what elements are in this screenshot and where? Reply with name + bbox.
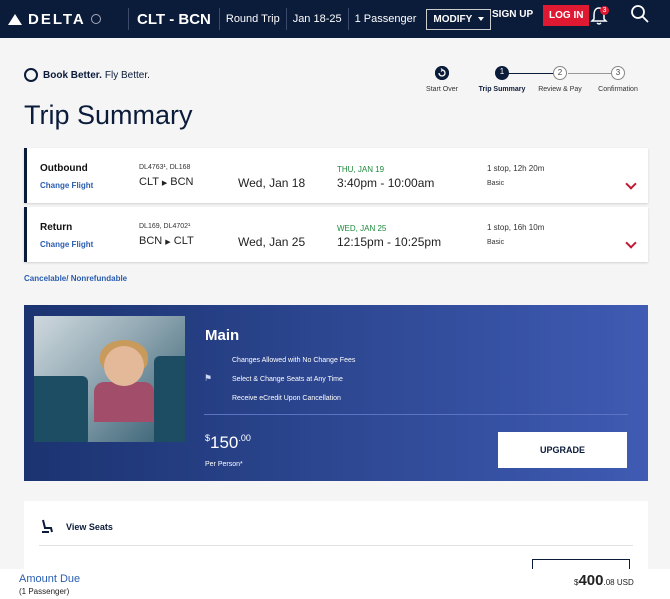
departure-date: Wed, Jan 25 [238, 235, 306, 249]
departure-date: Wed, Jan 18 [238, 176, 306, 190]
seat-icon: ⚑ [204, 373, 213, 383]
flight-times: 12:15pm - 10:25pm [337, 235, 442, 249]
modify-button[interactable]: MODIFY [426, 8, 492, 30]
seat-shape [154, 356, 185, 442]
seat-shape [34, 376, 88, 442]
step-trip-summary: 1 Trip Summary [472, 66, 532, 93]
step-number: 3 [611, 66, 625, 80]
total-price: $400.08 USD [574, 572, 634, 589]
destination: CLT [173, 235, 194, 247]
flight-times: 3:40pm - 10:00am [337, 176, 435, 190]
cabin-feature: Select & Change Seats at Any Time [232, 376, 343, 383]
seat-icon [42, 519, 53, 533]
main-cabin-card: Main ⚑ Changes Allowed with No Change Fe… [24, 305, 648, 481]
price-whole: 150 [210, 433, 239, 452]
chevron-down-icon[interactable] [625, 178, 637, 190]
step-label: Start Over [426, 86, 458, 93]
chevron-down-icon[interactable] [625, 237, 637, 249]
search-icon[interactable] [630, 4, 650, 24]
tagline-bold: Book Better. [43, 69, 102, 81]
arrow-right-icon: ▶ [161, 180, 168, 187]
step-label: Trip Summary [478, 86, 526, 93]
delta-circle-icon [24, 68, 38, 82]
origin: BCN [139, 235, 163, 247]
sign-up-link[interactable]: SIGN UP [492, 9, 533, 20]
trip-type: Round Trip [225, 13, 280, 25]
cabin-photo [34, 316, 185, 442]
cabin-feature: Receive eCredit Upon Cancellation [232, 395, 341, 402]
view-seats-label[interactable]: View Seats [66, 522, 113, 532]
per-person-label: Per Person* [205, 461, 243, 468]
stop-duration: 1 stop, 12h 20m [487, 164, 545, 173]
change-flight-link[interactable]: Change Flight [40, 181, 93, 190]
step-start-over[interactable]: Start Over [412, 66, 472, 93]
origin-destination: BCN ▶ CLT [139, 235, 194, 247]
arrival-date: THU, JAN 19 [337, 165, 385, 174]
step-label: Confirmation [598, 86, 638, 93]
passenger-face [104, 346, 144, 386]
step-label: Review & Pay [538, 86, 582, 93]
price-cents: .00 [238, 433, 251, 443]
modify-label: MODIFY [433, 13, 473, 25]
flight-direction: Return [40, 222, 73, 233]
arrow-right-icon: ▶ [165, 239, 171, 246]
delta-widget-icon [8, 13, 22, 25]
origin-destination: CLT ▶ BCN [139, 176, 194, 188]
outbound-flight-card[interactable]: Outbound Change Flight DL4763¹, DL168 CL… [24, 148, 648, 203]
tagline: Book Better. Fly Better. [24, 68, 150, 82]
passenger-count: 1 Passenger [354, 13, 417, 25]
fare-class: Basic [487, 180, 505, 187]
cabin-feature: Changes Allowed with No Change Fees [232, 357, 356, 364]
amount-due-bar: Amount Due (1 Passenger) $400.08 USD [0, 569, 670, 599]
flight-numbers: DL4763¹, DL168 [139, 164, 191, 171]
brand-name: DELTA [28, 10, 86, 28]
step-review-pay: 2 Review & Pay [530, 66, 590, 93]
restart-icon [435, 66, 449, 80]
log-in-button[interactable]: LOG IN [543, 5, 590, 26]
notification-badge: 3 [600, 6, 609, 15]
stop-duration: 1 stop, 16h 10m [487, 223, 545, 232]
route-label: CLT - BCN [137, 10, 211, 28]
footer-passengers: (1 Passenger) [19, 587, 70, 596]
destination: BCN [170, 176, 194, 188]
total-whole: 400 [578, 572, 604, 589]
seats-divider [39, 545, 633, 546]
change-flight-link[interactable]: Change Flight [40, 240, 93, 249]
flight-numbers: DL169, DL4702¹ [139, 223, 191, 230]
amount-due-label: Amount Due [19, 573, 81, 585]
travel-dates: Jan 18-25 [292, 13, 342, 25]
skyteam-globe-icon [90, 14, 101, 24]
return-flight-card[interactable]: Return Change Flight DL169, DL4702¹ BCN … [24, 207, 648, 262]
cabin-divider [204, 414, 628, 415]
view-seats-card[interactable]: View Seats [24, 501, 648, 573]
arrival-date: WED, JAN 25 [337, 224, 387, 233]
page-title: Trip Summary [24, 100, 193, 130]
caret-down-icon [478, 17, 485, 21]
origin: CLT [139, 176, 159, 188]
total-cents: .08 USD [603, 578, 634, 587]
passenger-body [94, 382, 154, 422]
step-confirmation: 3 Confirmation [588, 66, 648, 93]
flight-direction: Outbound [40, 163, 88, 174]
progress-steps: Start Over 1 Trip Summary 2 Review & Pay… [420, 66, 650, 98]
cabin-title: Main [205, 327, 240, 344]
step-number: 2 [553, 66, 567, 80]
fare-class: Basic [487, 239, 505, 246]
upgrade-button[interactable]: UPGRADE [498, 432, 627, 468]
tagline-rest: Fly Better. [104, 69, 150, 81]
cancel-policy-link[interactable]: Cancelable/ Nonrefundable [24, 274, 127, 283]
delta-logo[interactable]: DELTA [0, 11, 128, 28]
cabin-price: $150.00 [205, 433, 251, 453]
step-number: 1 [495, 66, 509, 80]
